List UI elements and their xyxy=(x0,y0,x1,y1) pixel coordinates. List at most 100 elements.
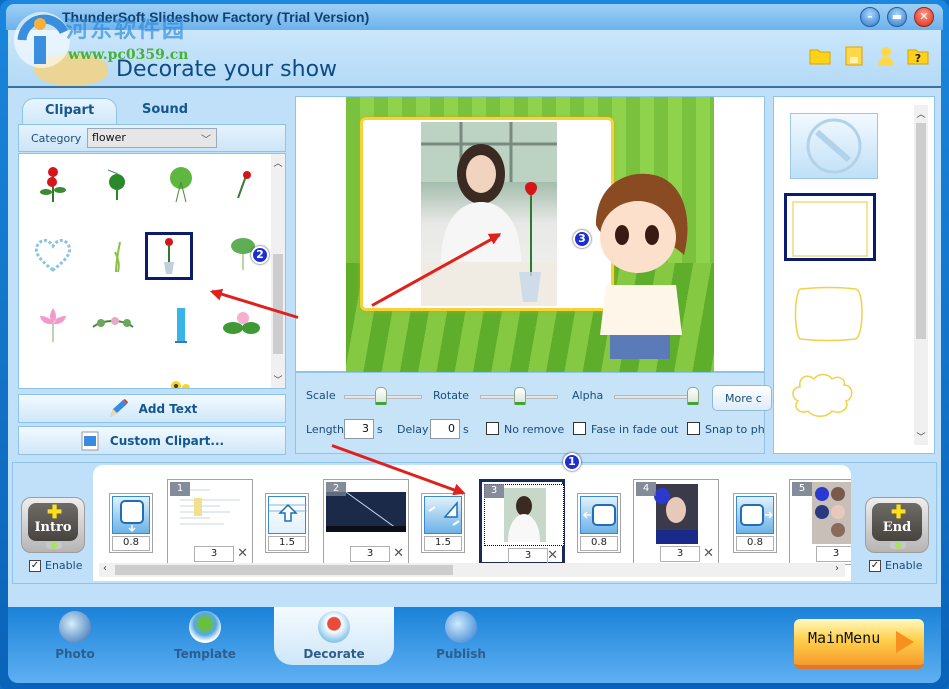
category-select[interactable]: flower ﹀ xyxy=(87,128,217,148)
transition-item[interactable]: 1.5 xyxy=(265,493,309,553)
clipart-scrollbar[interactable]: ︿ ﹀ xyxy=(271,154,285,388)
close-button[interactable]: ✕ xyxy=(914,7,934,27)
clipart-single-red-rose[interactable] xyxy=(219,160,267,208)
transition-item[interactable]: 0.8 xyxy=(109,493,153,553)
transition-flip-icon xyxy=(424,496,462,534)
main-menu-button[interactable]: MainMenu xyxy=(794,619,924,669)
snap-checkbox[interactable] xyxy=(687,422,700,435)
clipart-red-roses[interactable] xyxy=(29,160,77,208)
slide-thumbnail-3[interactable]: 3 3 ✕ xyxy=(479,479,565,565)
border-rect-yellow[interactable] xyxy=(784,193,876,261)
slide-thumbnail-1[interactable]: 1 3 ✕ xyxy=(167,479,253,565)
delete-slide-icon[interactable]: ✕ xyxy=(703,546,714,561)
transition-duration[interactable]: 0.8 xyxy=(112,536,150,551)
scroll-right-arrow-icon[interactable]: › xyxy=(835,563,839,574)
length-input[interactable]: 3 xyxy=(344,419,374,439)
transition-duration[interactable]: 1.5 xyxy=(268,536,306,551)
scroll-thumb[interactable] xyxy=(115,565,453,575)
end-enable[interactable]: ✓ Enable xyxy=(869,559,922,572)
nav-photo-label: Photo xyxy=(55,647,95,661)
slide-thumbnail-5[interactable]: 5 3 xyxy=(789,479,851,565)
clipart-blue-flower-vase[interactable] xyxy=(157,300,205,348)
rotate-slider[interactable] xyxy=(480,387,558,405)
clipart-flower-heart-wreath[interactable] xyxy=(29,230,77,278)
preview-canvas[interactable]: 3 xyxy=(295,96,765,373)
no-remove-checkbox[interactable] xyxy=(486,422,499,435)
clipart-grass-sprout[interactable] xyxy=(93,230,141,278)
more-options-button[interactable]: More c xyxy=(712,385,772,411)
user-icon[interactable] xyxy=(874,44,898,68)
scroll-thumb[interactable] xyxy=(916,123,926,339)
clipart-rose-in-vase[interactable] xyxy=(145,232,193,280)
header: 河东软件园 www.pc0359.cn Decorate your show ? xyxy=(8,12,941,88)
delete-slide-icon[interactable]: ✕ xyxy=(237,546,248,561)
delay-input[interactable]: 0 xyxy=(430,419,460,439)
clipart-white-flowers[interactable] xyxy=(93,370,141,388)
scroll-thumb[interactable] xyxy=(273,254,283,354)
slide-duration[interactable]: 3 xyxy=(350,546,390,562)
nav-publish[interactable]: Publish xyxy=(416,611,506,667)
scroll-down-arrow-icon[interactable]: ﹀ xyxy=(271,373,285,386)
add-text-button[interactable]: Add Text xyxy=(18,394,286,423)
transition-duration[interactable]: 0.8 xyxy=(580,536,618,551)
globe-icon xyxy=(445,611,477,643)
slide-duration[interactable]: 3 xyxy=(508,548,548,564)
border-scrollbar[interactable]: ︿ ﹀ xyxy=(914,105,928,445)
slide-duration[interactable]: 3 xyxy=(194,546,234,562)
intro-enable[interactable]: ✓ Enable xyxy=(29,559,82,572)
scale-slider-knob[interactable] xyxy=(375,387,387,405)
border-rounded-yellow[interactable] xyxy=(786,283,878,351)
clipart-flower-vine[interactable] xyxy=(89,300,137,348)
tab-sound[interactable]: Sound xyxy=(120,98,210,124)
scroll-up-arrow-icon[interactable]: ︿ xyxy=(914,107,928,120)
delete-slide-icon[interactable]: ✕ xyxy=(393,546,404,561)
scroll-down-arrow-icon[interactable]: ﹀ xyxy=(914,430,928,443)
clipart-sunflowers[interactable] xyxy=(155,362,203,388)
photo-frame[interactable]: 3 xyxy=(360,117,614,311)
border-none[interactable] xyxy=(790,113,878,179)
minimize-button[interactable]: – xyxy=(860,7,880,27)
transition-item[interactable]: 0.8 xyxy=(577,493,621,553)
annotation-badge-2: 2 xyxy=(251,246,269,264)
scroll-left-arrow-icon[interactable]: ‹ xyxy=(103,563,107,574)
scale-slider[interactable] xyxy=(344,387,422,405)
slide-duration[interactable]: 3 xyxy=(816,546,851,562)
category-value: flower xyxy=(92,131,126,144)
fade-checkbox[interactable] xyxy=(573,422,586,435)
clipart-green-flower-bud[interactable] xyxy=(93,160,141,208)
transition-duration[interactable]: 0.8 xyxy=(736,536,774,551)
scroll-up-arrow-icon[interactable]: ︿ xyxy=(271,156,285,169)
slide-stage[interactable]: 3 xyxy=(346,97,714,373)
add-text-label: Add Text xyxy=(138,401,198,416)
clipart-pink-lotus[interactable] xyxy=(29,300,77,348)
slide-thumbnail-4[interactable]: 4 3 ✕ xyxy=(633,479,719,565)
end-enable-checkbox[interactable]: ✓ xyxy=(869,559,881,572)
bottom-navigation: Photo Template Decorate Publish MainMenu xyxy=(8,607,941,683)
folder-open-icon[interactable] xyxy=(808,44,832,68)
border-cloud-yellow[interactable] xyxy=(786,365,878,433)
clipart-lotus-with-leaves[interactable] xyxy=(217,300,265,348)
clipart-pink-flower[interactable] xyxy=(29,370,77,388)
save-icon[interactable] xyxy=(842,44,866,68)
alpha-slider-knob[interactable] xyxy=(687,387,699,405)
maximize-button[interactable]: ▬ xyxy=(887,7,907,27)
custom-clipart-button[interactable]: Custom Clipart... xyxy=(18,426,286,455)
tab-clipart[interactable]: Clipart xyxy=(22,98,118,124)
nav-decorate[interactable]: Decorate xyxy=(274,607,394,665)
clipart-green-bouquet[interactable] xyxy=(157,160,205,208)
transition-item[interactable]: 1.5 xyxy=(421,493,465,553)
delete-slide-icon[interactable]: ✕ xyxy=(547,548,558,563)
nav-template[interactable]: Template xyxy=(160,611,250,667)
transition-item[interactable]: 0.8 xyxy=(733,493,777,553)
nav-photo[interactable]: Photo xyxy=(30,611,120,667)
rotate-slider-knob[interactable] xyxy=(514,387,526,405)
timeline-scrollbar[interactable]: ‹ › xyxy=(99,563,845,577)
intro-enable-checkbox[interactable]: ✓ xyxy=(29,559,41,572)
end-button[interactable]: ✚ End xyxy=(865,497,929,553)
slide-duration[interactable]: 3 xyxy=(660,546,700,562)
transition-duration[interactable]: 1.5 xyxy=(424,536,462,551)
alpha-slider[interactable] xyxy=(614,387,699,405)
slide-thumbnail-2[interactable]: 2 3 ✕ xyxy=(323,479,409,565)
help-icon[interactable]: ? xyxy=(906,44,930,68)
intro-button[interactable]: ✚ Intro xyxy=(21,497,85,553)
